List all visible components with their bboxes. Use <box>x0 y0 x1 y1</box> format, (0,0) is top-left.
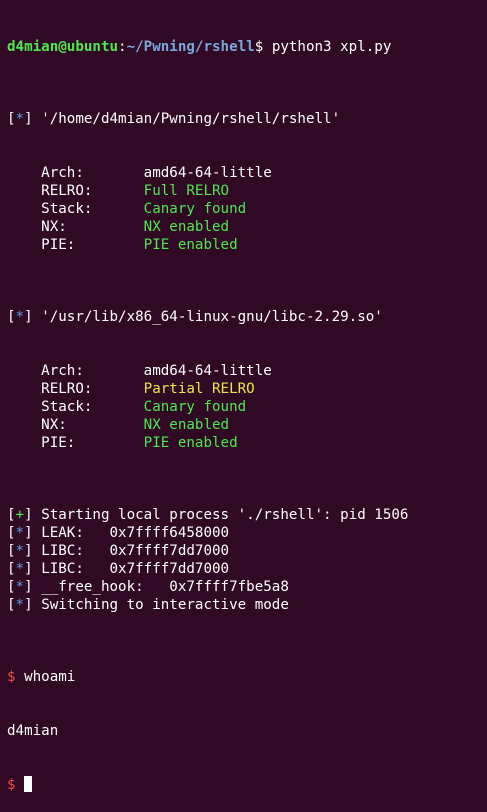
checksec-row: NX: NX enabled <box>7 218 487 236</box>
prompt-command: python3 xpl.py <box>271 39 392 55</box>
log-text: LIBC: 0x7ffff7dd7000 <box>41 561 230 577</box>
checksec-key: RELRO: <box>41 183 93 199</box>
checksec-key: Stack: <box>41 399 93 415</box>
checksec-row: PIE: PIE enabled <box>7 434 487 452</box>
prompt-symbol: $ <box>254 39 264 55</box>
terminal-window[interactable]: d4mian@ubuntu:~/Pwning/rshell$ python3 x… <box>0 0 487 793</box>
shell-input-prompt: $ <box>7 777 16 793</box>
log-line: [*] LIBC: 0x7ffff7dd7000 <box>7 543 230 559</box>
info-tag: * <box>15 309 25 325</box>
checksec-row: RELRO: Full RELRO <box>7 182 487 200</box>
checksec-key: Arch: <box>41 363 84 379</box>
command-prompt-line: d4mian@ubuntu:~/Pwning/rshell$ python3 x… <box>7 38 487 56</box>
shell-command-line: $ whoami <box>7 668 487 686</box>
binary-path: '/home/d4mian/Pwning/rshell/rshell' <box>41 111 341 127</box>
log-tag: * <box>15 543 25 559</box>
checksec-key: Arch: <box>41 165 84 181</box>
info-tag: * <box>15 111 25 127</box>
shell-prompt-symbol: $ <box>7 669 16 685</box>
checksec-value: Canary found <box>143 201 247 217</box>
text-cursor[interactable] <box>24 776 33 792</box>
log-line: [*] LIBC: 0x7ffff7dd7000 <box>7 561 230 577</box>
prompt-path: ~/Pwning/rshell <box>126 39 255 55</box>
log-text: LEAK: 0x7ffff6458000 <box>41 525 230 541</box>
checksec-key: RELRO: <box>41 381 93 397</box>
shell-input-line[interactable]: $ <box>7 776 487 794</box>
checksec-value: NX enabled <box>143 417 230 433</box>
log-line: [*] __free_hook: 0x7ffff7fbe5a8 <box>7 579 289 595</box>
log-text: LIBC: 0x7ffff7dd7000 <box>41 543 230 559</box>
log-line: [*] Switching to interactive mode <box>7 597 289 613</box>
log-text: Starting local process './rshell': pid 1… <box>41 507 409 523</box>
log-tag: * <box>15 597 25 613</box>
checksec-row: Arch: amd64-64-little <box>7 362 487 380</box>
binary-checksec-list: Arch: amd64-64-little RELRO: Full RELRO St… <box>7 164 487 254</box>
log-tag: * <box>15 561 25 577</box>
prompt-user-host: d4mian@ubuntu <box>7 39 119 55</box>
checksec-value: PIE enabled <box>143 237 238 253</box>
checksec-row: PIE: PIE enabled <box>7 236 487 254</box>
prompt-colon: : <box>118 39 127 55</box>
log-tag: + <box>15 507 25 523</box>
checksec-row: NX: NX enabled <box>7 416 487 434</box>
exploit-log: [+] Starting local process './rshell': p… <box>7 506 487 614</box>
log-line: [+] Starting local process './rshell': p… <box>7 507 409 523</box>
shell-command: whoami <box>24 669 76 685</box>
checksec-row: RELRO: Partial RELRO <box>7 380 487 398</box>
log-tag: * <box>15 579 25 595</box>
libc-checksec-list: Arch: amd64-64-little RELRO: Partial RELRO… <box>7 362 487 452</box>
checksec-value: amd64-64-little <box>143 165 272 181</box>
checksec-key: Stack: <box>41 201 93 217</box>
libc-path: '/usr/lib/x86_64-linux-gnu/libc-2.29.so' <box>41 309 383 325</box>
checksec-row: Arch: amd64-64-little <box>7 164 487 182</box>
libc-path-line: [*] '/usr/lib/x86_64-linux-gnu/libc-2.29… <box>7 309 383 325</box>
checksec-value: amd64-64-little <box>143 363 272 379</box>
checksec-value: Full RELRO <box>143 183 230 199</box>
checksec-key: PIE: <box>41 435 76 451</box>
checksec-key: NX: <box>41 417 67 433</box>
shell-output: d4mian <box>7 723 59 739</box>
checksec-row: Stack: Canary found <box>7 200 487 218</box>
log-text: Switching to interactive mode <box>41 597 289 613</box>
shell-output-line: d4mian <box>7 722 487 740</box>
checksec-key: NX: <box>41 219 67 235</box>
checksec-value: Canary found <box>143 399 247 415</box>
log-tag: * <box>15 525 25 541</box>
checksec-value: PIE enabled <box>143 435 238 451</box>
checksec-value: Partial RELRO <box>143 381 255 397</box>
checksec-key: PIE: <box>41 237 76 253</box>
log-line: [*] LEAK: 0x7ffff6458000 <box>7 525 230 541</box>
log-text: __free_hook: 0x7ffff7fbe5a8 <box>41 579 289 595</box>
checksec-row: Stack: Canary found <box>7 398 487 416</box>
binary-path-line: [*] '/home/d4mian/Pwning/rshell/rshell' <box>7 111 341 127</box>
checksec-value: NX enabled <box>143 219 230 235</box>
